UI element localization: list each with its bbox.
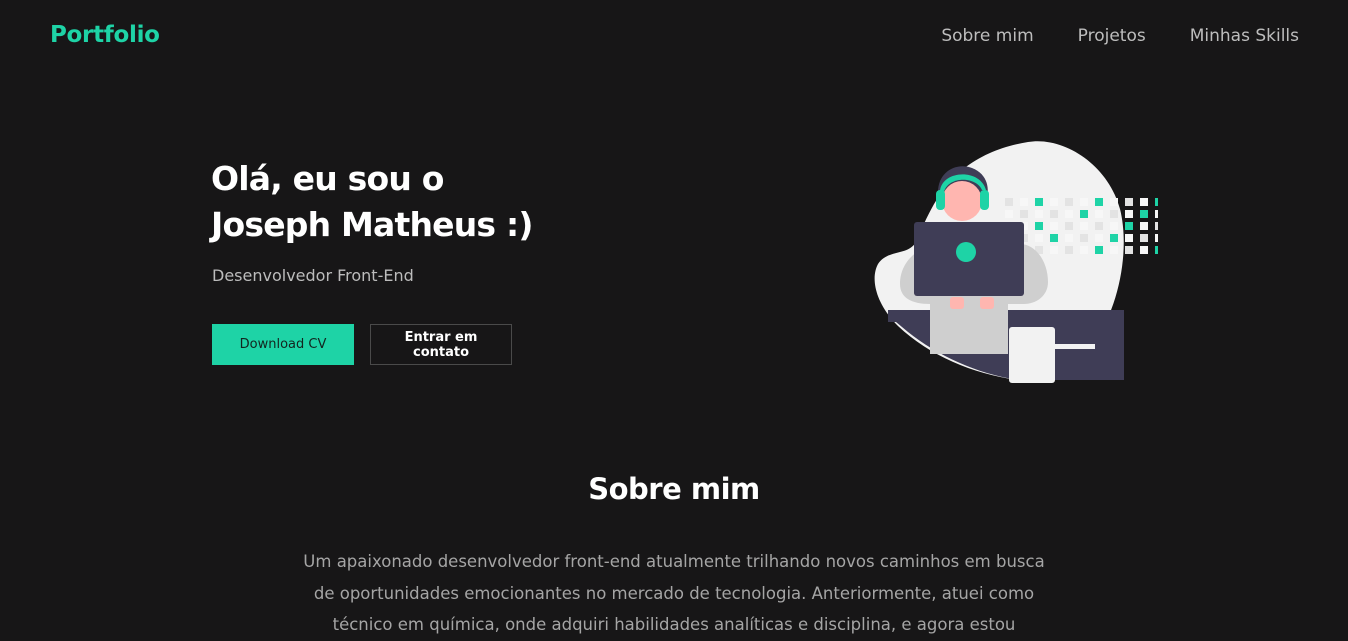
grid-dot	[1095, 234, 1103, 242]
grid-dot	[1155, 198, 1158, 206]
grid-dot	[1080, 198, 1088, 206]
grid-dot	[1035, 234, 1043, 242]
grid-dot	[1125, 222, 1133, 230]
about-title: Sobre mim	[588, 472, 760, 506]
grid-dot	[1110, 198, 1118, 206]
grid-dot	[1110, 234, 1118, 242]
grid-dot	[1050, 222, 1058, 230]
grid-dot	[1065, 222, 1073, 230]
grid-dot	[1050, 210, 1058, 218]
headphone-left	[936, 190, 945, 210]
person-head	[942, 181, 982, 221]
grid-dot	[1140, 198, 1148, 206]
side-panel	[1009, 327, 1055, 383]
grid-dot	[1035, 210, 1043, 218]
grid-dot	[1050, 234, 1058, 242]
hand-right	[980, 297, 994, 309]
shelf	[1055, 344, 1095, 349]
grid-dot	[1080, 234, 1088, 242]
grid-dot	[1155, 210, 1158, 218]
headphone-right	[980, 190, 989, 210]
grid-dot	[1125, 198, 1133, 206]
hero-title-line-2: Joseph Matheus :)	[211, 205, 533, 244]
about-text: Um apaixonado desenvolvedor front-end at…	[303, 552, 1045, 634]
grid-dot	[1080, 222, 1088, 230]
grid-dot	[1065, 210, 1073, 218]
grid-dot	[1035, 198, 1043, 206]
grid-dot	[1050, 246, 1058, 254]
grid-dot	[1140, 246, 1148, 254]
grid-dot	[1095, 198, 1103, 206]
grid-dot	[1080, 246, 1088, 254]
grid-dot	[1035, 222, 1043, 230]
grid-dot	[1110, 222, 1118, 230]
developer-illustration	[874, 141, 1158, 383]
grid-dot	[1110, 246, 1118, 254]
laptop-logo	[956, 242, 976, 262]
grid-dot	[1020, 210, 1028, 218]
grid-dot	[1155, 246, 1158, 254]
grid-dot	[1005, 210, 1013, 218]
hero-subtitle: Desenvolvedor Front-End	[212, 266, 414, 285]
grid-dot	[1005, 198, 1013, 206]
grid-dot	[1080, 210, 1088, 218]
hero-title: Olá, eu sou o Joseph Matheus :)	[211, 156, 533, 248]
grid-dot	[1125, 246, 1133, 254]
grid-dot	[1140, 234, 1148, 242]
grid-dot	[1140, 222, 1148, 230]
grid-dot	[1050, 198, 1058, 206]
hero-title-line-1: Olá, eu sou o	[211, 159, 444, 198]
grid-dot	[1095, 210, 1103, 218]
grid-dot	[1020, 198, 1028, 206]
grid-dot	[1125, 234, 1133, 242]
grid-dot	[1065, 234, 1073, 242]
grid-dot	[1095, 222, 1103, 230]
logo[interactable]: Portfolio	[50, 22, 160, 48]
nav-link-minhas-skills[interactable]: Minhas Skills	[1190, 26, 1299, 46]
grid-dot	[1125, 210, 1133, 218]
nav-link-projetos[interactable]: Projetos	[1078, 26, 1146, 46]
download-cv-button[interactable]: Download CV	[212, 324, 354, 365]
main-nav: Sobre mim Projetos Minhas Skills	[941, 26, 1299, 46]
grid-dot	[1155, 234, 1158, 242]
hand-left	[950, 297, 964, 309]
grid-dot	[1140, 210, 1148, 218]
grid-dot	[1065, 246, 1073, 254]
nav-link-sobre-mim[interactable]: Sobre mim	[941, 26, 1033, 46]
grid-dot	[1155, 222, 1158, 230]
grid-dot	[1065, 198, 1073, 206]
contact-button[interactable]: Entrar em contato	[370, 324, 512, 365]
grid-dot	[1110, 210, 1118, 218]
grid-dot	[1095, 246, 1103, 254]
